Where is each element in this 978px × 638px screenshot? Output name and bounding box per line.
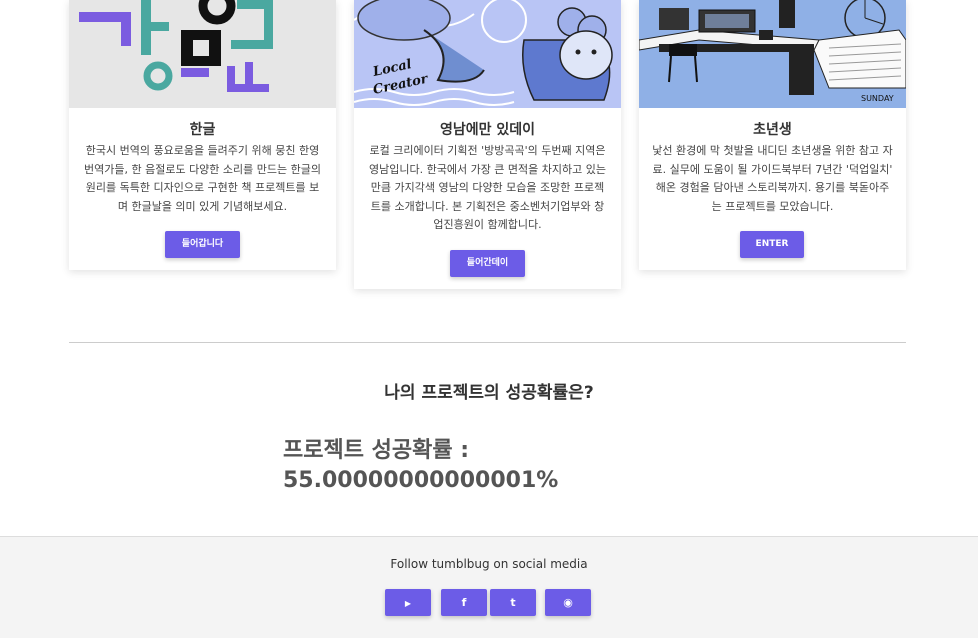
- card-description: 한국시 번역의 풍요로움을 들려주기 위해 뭉친 한영 번역가들, 한 음절로도…: [84, 144, 321, 213]
- card-title[interactable]: 영남에만 있데이: [354, 119, 621, 139]
- github-button[interactable]: ◉: [545, 589, 591, 616]
- section-divider: [69, 342, 906, 343]
- card-description: 로컬 크리에이터 기획전 '방방곡곡'의 두번째 지역은 영남입니다. 한국에서…: [369, 144, 606, 231]
- card-title[interactable]: 초년생: [639, 119, 906, 139]
- card-hangul[interactable]: 한글 한국시 번역의 풍요로움을 들려주기 위해 뭉친 한영 번역가들, 한 음…: [69, 0, 336, 270]
- card-yeongnam[interactable]: Local Creator 영남에만 있데이 로컬 크리에이터 기획전 '방방곡…: [354, 0, 621, 289]
- enter-button[interactable]: ENTER: [740, 231, 804, 258]
- twitter-button[interactable]: t: [490, 589, 536, 616]
- follow-text: Follow tumblbug on social media: [390, 557, 588, 571]
- enter-button[interactable]: 들어간데이: [450, 250, 525, 277]
- card-hangul-image[interactable]: [69, 0, 336, 108]
- youtube-icon: ▶: [404, 599, 412, 608]
- github-icon: ◉: [563, 596, 573, 609]
- card-description: 낯선 환경에 막 첫발을 내디딘 초년생을 위한 참고 자료. 실무에 도움이 …: [652, 144, 893, 213]
- success-heading: 나의 프로젝트의 성공확률은?: [384, 383, 594, 403]
- footer: Follow tumblbug on social media ▶ f t ◉: [0, 536, 978, 638]
- card-beginner-image[interactable]: SUNDAY: [639, 0, 906, 108]
- youtube-button[interactable]: ▶: [385, 589, 431, 616]
- twitter-icon: t: [510, 596, 516, 609]
- card-yeongnam-image[interactable]: Local Creator: [354, 0, 621, 108]
- success-label: 프로젝트 성공확률 :: [283, 438, 470, 463]
- success-value: 55.00000000000001%: [283, 468, 559, 493]
- success-result: 프로젝트 성공확률 : 55.00000000000001%: [283, 436, 803, 496]
- facebook-button[interactable]: f: [441, 589, 487, 616]
- card-title[interactable]: 한글: [69, 119, 336, 139]
- card-beginner[interactable]: SUNDAY 초년생 낯선 환경에 막 첫발을 내디딘 초년생을 위한 참고 자…: [639, 0, 906, 270]
- facebook-icon: f: [461, 596, 467, 609]
- project-cards: 한글 한국시 번역의 풍요로움을 들려주기 위해 뭉친 한영 번역가들, 한 음…: [0, 0, 978, 300]
- image-text-sunday: SUNDAY: [861, 94, 894, 103]
- enter-button[interactable]: 들어갑니다: [165, 231, 240, 258]
